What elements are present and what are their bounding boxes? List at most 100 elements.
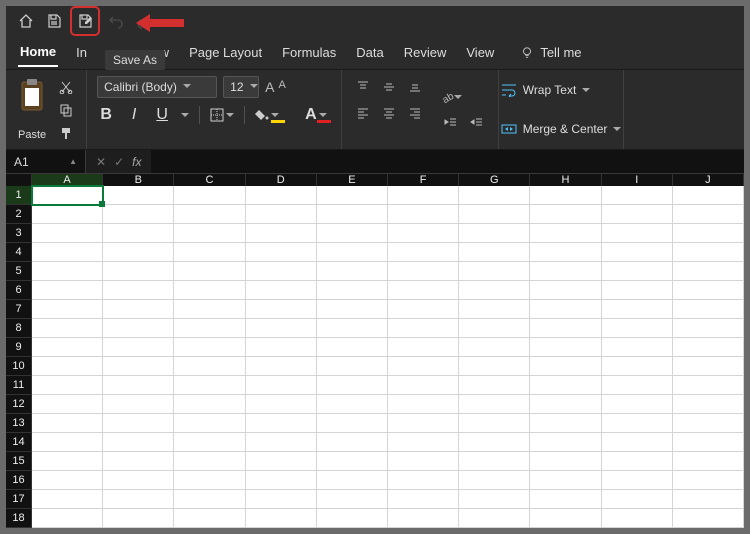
cell[interactable] <box>317 452 388 471</box>
cell[interactable] <box>459 395 530 414</box>
align-left-icon[interactable] <box>352 102 374 124</box>
tab-review[interactable]: Review <box>402 39 449 66</box>
row-header[interactable]: 9 <box>6 338 32 357</box>
column-header[interactable]: H <box>530 174 601 186</box>
merge-center-button[interactable]: Merge & Center <box>501 122 622 136</box>
cell[interactable] <box>317 300 388 319</box>
cell[interactable] <box>174 300 245 319</box>
cell[interactable] <box>32 471 103 490</box>
cell[interactable] <box>103 186 174 205</box>
cell[interactable] <box>459 338 530 357</box>
cell[interactable] <box>174 471 245 490</box>
cell[interactable] <box>673 224 744 243</box>
align-center-icon[interactable] <box>378 102 400 124</box>
row-header[interactable]: 10 <box>6 357 32 376</box>
cell[interactable] <box>174 243 245 262</box>
cell[interactable] <box>602 205 673 224</box>
cell[interactable] <box>317 490 388 509</box>
align-top-icon[interactable] <box>352 76 374 98</box>
cell[interactable] <box>32 300 103 319</box>
align-bottom-icon[interactable] <box>404 76 426 98</box>
cell[interactable] <box>388 414 459 433</box>
qat-more-icon[interactable]: ··· <box>164 13 181 29</box>
orientation-icon[interactable]: ab <box>440 86 462 108</box>
borders-button[interactable] <box>210 106 234 124</box>
cell[interactable] <box>388 224 459 243</box>
cell[interactable] <box>459 357 530 376</box>
cell[interactable] <box>388 338 459 357</box>
cell[interactable] <box>530 262 601 281</box>
cell[interactable] <box>602 186 673 205</box>
cell[interactable] <box>103 205 174 224</box>
cell[interactable] <box>459 319 530 338</box>
cell[interactable] <box>388 300 459 319</box>
cell[interactable] <box>103 395 174 414</box>
cell[interactable] <box>174 452 245 471</box>
cell[interactable] <box>602 338 673 357</box>
cell[interactable] <box>32 186 103 205</box>
cell[interactable] <box>103 357 174 376</box>
cell[interactable] <box>32 376 103 395</box>
bold-button[interactable]: B <box>97 106 115 124</box>
align-middle-icon[interactable] <box>378 76 400 98</box>
cell[interactable] <box>32 433 103 452</box>
cell[interactable] <box>388 433 459 452</box>
cell[interactable] <box>530 376 601 395</box>
cell[interactable] <box>32 490 103 509</box>
cell[interactable] <box>246 433 317 452</box>
cell[interactable] <box>459 509 530 528</box>
cell[interactable] <box>388 186 459 205</box>
row-header[interactable]: 16 <box>6 471 32 490</box>
cell[interactable] <box>388 205 459 224</box>
cell[interactable] <box>459 376 530 395</box>
cell[interactable] <box>673 319 744 338</box>
tab-formulas[interactable]: Formulas <box>280 39 338 66</box>
cell[interactable] <box>246 490 317 509</box>
cell[interactable] <box>246 357 317 376</box>
cell[interactable] <box>103 490 174 509</box>
tab-home[interactable]: Home <box>18 38 58 67</box>
cell[interactable] <box>174 357 245 376</box>
cell[interactable] <box>317 319 388 338</box>
cell[interactable] <box>317 338 388 357</box>
cell[interactable] <box>673 338 744 357</box>
cell[interactable] <box>246 319 317 338</box>
cell[interactable] <box>530 205 601 224</box>
save-as-icon[interactable] <box>73 9 97 33</box>
cell[interactable] <box>530 281 601 300</box>
cell[interactable] <box>103 319 174 338</box>
cell[interactable] <box>673 357 744 376</box>
cell[interactable] <box>602 357 673 376</box>
formula-input[interactable] <box>151 150 744 173</box>
cell[interactable] <box>530 395 601 414</box>
row-header[interactable]: 4 <box>6 243 32 262</box>
decrease-indent-icon[interactable] <box>440 112 462 134</box>
cell[interactable] <box>32 224 103 243</box>
row-header[interactable]: 12 <box>6 395 32 414</box>
cancel-formula-icon[interactable]: ✕ <box>96 155 106 169</box>
increase-indent-icon[interactable] <box>466 112 488 134</box>
cell[interactable] <box>103 262 174 281</box>
cell[interactable] <box>530 224 601 243</box>
cell[interactable] <box>602 471 673 490</box>
cell[interactable] <box>32 357 103 376</box>
cell[interactable] <box>673 433 744 452</box>
format-painter-icon[interactable] <box>56 124 76 142</box>
cell[interactable] <box>317 433 388 452</box>
cell[interactable] <box>530 433 601 452</box>
cell[interactable] <box>388 490 459 509</box>
cell[interactable] <box>246 395 317 414</box>
row-header[interactable]: 18 <box>6 509 32 528</box>
cell[interactable] <box>32 414 103 433</box>
cell[interactable] <box>174 395 245 414</box>
redo-icon[interactable] <box>132 9 156 33</box>
cell[interactable] <box>246 300 317 319</box>
cell[interactable] <box>317 243 388 262</box>
cell[interactable] <box>673 281 744 300</box>
cell[interactable] <box>673 471 744 490</box>
cell[interactable] <box>32 205 103 224</box>
cell[interactable] <box>602 452 673 471</box>
italic-button[interactable]: I <box>125 106 143 124</box>
row-header[interactable]: 5 <box>6 262 32 281</box>
cell[interactable] <box>673 262 744 281</box>
